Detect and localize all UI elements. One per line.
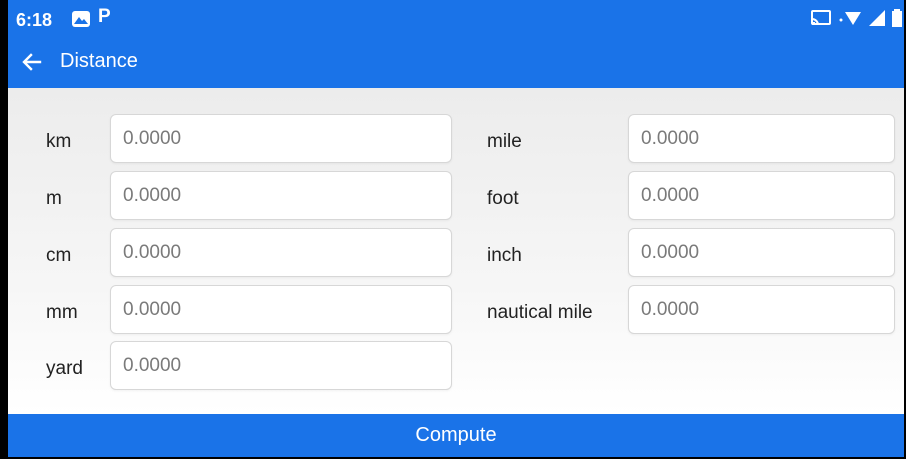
battery-icon	[892, 8, 902, 32]
cm-input-field[interactable]	[110, 228, 452, 277]
unit-row-nautical-mile: nautical mile	[487, 288, 593, 338]
unit-row-yard: yard	[46, 344, 83, 394]
inch-input[interactable]	[629, 229, 894, 276]
status-icons-right	[810, 8, 902, 33]
nautical-mile-input-field[interactable]	[628, 285, 895, 334]
m-input[interactable]	[111, 172, 451, 219]
nautical-mile-input[interactable]	[629, 286, 894, 333]
unit-row-km: km	[46, 117, 71, 167]
unit-label-nautical-mile: nautical mile	[487, 302, 593, 323]
mm-input[interactable]	[111, 286, 451, 333]
cm-input[interactable]	[111, 229, 451, 276]
unit-row-m: m	[46, 174, 62, 224]
compute-button[interactable]: Compute	[8, 414, 904, 457]
unit-label-foot: foot	[487, 188, 519, 209]
unit-label-km: km	[46, 131, 72, 152]
status-bar: 6:18 P	[8, 0, 904, 40]
toolbar: Distance	[8, 40, 904, 88]
photo-icon	[71, 9, 91, 29]
mile-input-field[interactable]	[628, 114, 895, 163]
unit-label-mile: mile	[487, 131, 522, 152]
converter-form: km m cm mm yard mile foot inch	[8, 88, 904, 414]
app-bar: 6:18 P Distance	[8, 0, 904, 88]
unit-row-foot: foot	[487, 174, 519, 224]
mm-input-field[interactable]	[110, 285, 452, 334]
signal-icon	[868, 9, 886, 32]
page-title: Distance	[60, 50, 138, 72]
unit-row-mm: mm	[46, 288, 78, 338]
km-input-field[interactable]	[110, 114, 452, 163]
yard-input[interactable]	[111, 342, 451, 389]
unit-label-inch: inch	[487, 245, 522, 266]
cast-icon	[810, 9, 832, 32]
wifi-icon	[838, 8, 862, 33]
km-input[interactable]	[111, 115, 451, 162]
mile-input[interactable]	[629, 115, 894, 162]
unit-label-yard: yard	[46, 358, 83, 379]
foot-input-field[interactable]	[628, 171, 895, 220]
unit-row-inch: inch	[487, 231, 522, 281]
inch-input-field[interactable]	[628, 228, 895, 277]
unit-label-cm: cm	[46, 245, 72, 266]
m-input-field[interactable]	[110, 171, 452, 220]
arrow-left-icon[interactable]	[18, 48, 46, 76]
foot-input[interactable]	[629, 172, 894, 219]
compute-button-label: Compute	[415, 424, 497, 446]
yard-input-field[interactable]	[110, 341, 452, 390]
unit-label-mm: mm	[46, 302, 78, 323]
unit-row-mile: mile	[487, 117, 522, 167]
unit-label-m: m	[46, 188, 62, 209]
status-time: 6:18	[16, 10, 53, 30]
parking-icon: P	[98, 6, 111, 27]
unit-row-cm: cm	[46, 231, 71, 281]
